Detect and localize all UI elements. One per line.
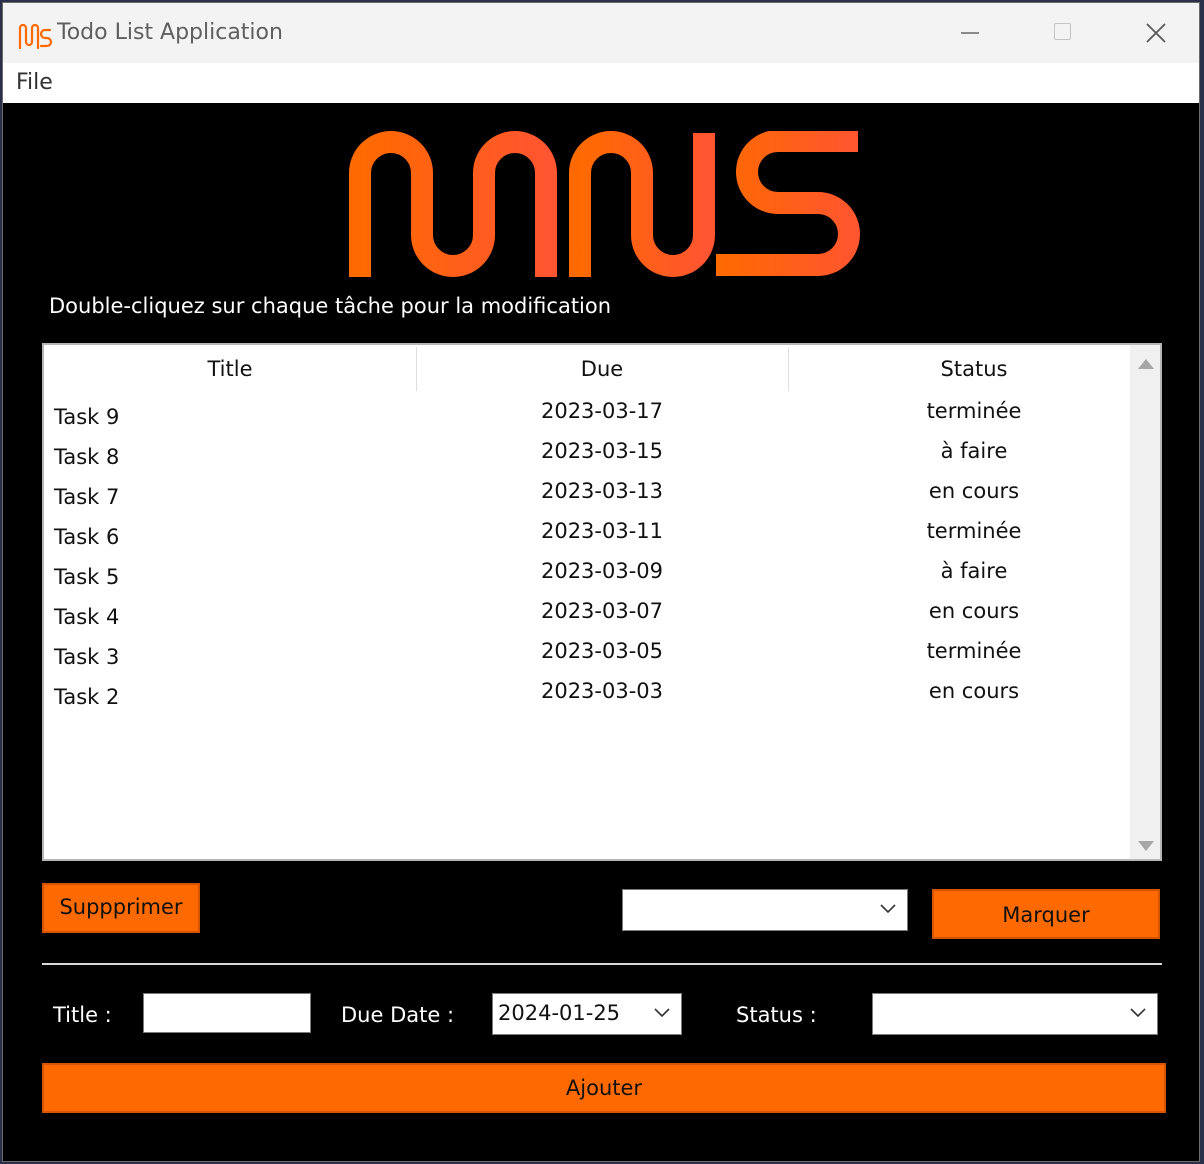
row-title: Task 2 bbox=[54, 685, 120, 709]
table-row[interactable]: Task 9 2023-03-17 terminée bbox=[44, 399, 1130, 439]
scroll-down-arrow-icon[interactable] bbox=[1138, 841, 1154, 851]
chevron-down-icon bbox=[880, 904, 896, 914]
app-window: Todo List Application File Double-clique… bbox=[2, 2, 1200, 1162]
row-status: en cours bbox=[928, 679, 1020, 703]
due-date-label: Due Date : bbox=[341, 1003, 455, 1027]
row-due: 2023-03-13 bbox=[540, 479, 664, 503]
row-due: 2023-03-03 bbox=[540, 679, 664, 703]
row-title: Task 9 bbox=[54, 405, 120, 429]
title-input[interactable] bbox=[143, 993, 311, 1033]
maximize-button[interactable] bbox=[1017, 3, 1107, 63]
vertical-scrollbar[interactable] bbox=[1130, 345, 1160, 859]
row-status: en cours bbox=[928, 599, 1020, 623]
column-header-status[interactable]: Status bbox=[788, 345, 1160, 393]
divider bbox=[42, 963, 1162, 965]
delete-button[interactable]: Suppprimer bbox=[42, 883, 200, 933]
row-title: Task 3 bbox=[54, 645, 120, 669]
row-title: Task 5 bbox=[54, 565, 120, 589]
table-header: Title Due Status bbox=[44, 345, 1130, 393]
row-status: à faire bbox=[940, 559, 1008, 583]
instruction-text: Double-cliquez sur chaque tâche pour la … bbox=[49, 294, 612, 318]
mark-button[interactable]: Marquer bbox=[932, 889, 1160, 939]
add-button[interactable]: Ajouter bbox=[42, 1063, 1166, 1113]
mns-logo-icon bbox=[18, 23, 53, 50]
row-title: Task 4 bbox=[54, 605, 120, 629]
chevron-down-icon[interactable] bbox=[653, 1006, 671, 1018]
close-button[interactable] bbox=[1109, 3, 1199, 63]
mns-logo bbox=[349, 131, 860, 277]
table-row[interactable]: Task 5 2023-03-09 à faire bbox=[44, 559, 1130, 599]
row-title: Task 8 bbox=[54, 445, 120, 469]
minimize-button[interactable] bbox=[925, 3, 1015, 63]
mark-status-select[interactable] bbox=[622, 889, 908, 931]
due-date-value: 2024-01-25 bbox=[498, 1001, 621, 1025]
row-status: à faire bbox=[940, 439, 1008, 463]
row-status: terminée bbox=[926, 519, 1022, 543]
due-date-picker[interactable]: 2024-01-25 bbox=[492, 993, 682, 1035]
table-row[interactable]: Task 2 2023-03-03 en cours bbox=[44, 679, 1130, 719]
window-title: Todo List Application bbox=[57, 20, 283, 45]
row-due: 2023-03-17 bbox=[540, 399, 664, 423]
table-row[interactable]: Task 3 2023-03-05 terminée bbox=[44, 639, 1130, 679]
title-label: Title : bbox=[53, 1003, 112, 1027]
minimize-icon bbox=[961, 32, 979, 34]
row-due: 2023-03-11 bbox=[540, 519, 664, 543]
row-status: en cours bbox=[928, 479, 1020, 503]
status-select[interactable] bbox=[872, 993, 1158, 1035]
column-header-due[interactable]: Due bbox=[416, 345, 788, 393]
title-bar[interactable]: Todo List Application bbox=[3, 3, 1199, 63]
table-row[interactable]: Task 4 2023-03-07 en cours bbox=[44, 599, 1130, 639]
row-title: Task 7 bbox=[54, 485, 120, 509]
menu-file[interactable]: File bbox=[16, 69, 53, 97]
table-row[interactable]: Task 6 2023-03-11 terminée bbox=[44, 519, 1130, 559]
row-due: 2023-03-07 bbox=[540, 599, 664, 623]
row-due: 2023-03-05 bbox=[540, 639, 664, 663]
menu-bar: File bbox=[3, 63, 1199, 103]
row-status: terminée bbox=[926, 639, 1022, 663]
table-row[interactable]: Task 8 2023-03-15 à faire bbox=[44, 439, 1130, 479]
table-body: Task 9 2023-03-17 terminée Task 8 2023-0… bbox=[44, 399, 1130, 719]
row-due: 2023-03-15 bbox=[540, 439, 664, 463]
scroll-up-arrow-icon[interactable] bbox=[1138, 359, 1154, 369]
maximize-icon bbox=[1054, 23, 1071, 40]
task-table[interactable]: Title Due Status Task 9 2023-03-17 termi… bbox=[42, 343, 1162, 861]
row-due: 2023-03-09 bbox=[540, 559, 664, 583]
row-status: terminée bbox=[926, 399, 1022, 423]
close-icon bbox=[1146, 23, 1166, 43]
status-label: Status : bbox=[736, 1003, 817, 1027]
column-header-title[interactable]: Title bbox=[44, 345, 416, 393]
row-title: Task 6 bbox=[54, 525, 120, 549]
table-row[interactable]: Task 7 2023-03-13 en cours bbox=[44, 479, 1130, 519]
chevron-down-icon bbox=[1130, 1008, 1146, 1018]
